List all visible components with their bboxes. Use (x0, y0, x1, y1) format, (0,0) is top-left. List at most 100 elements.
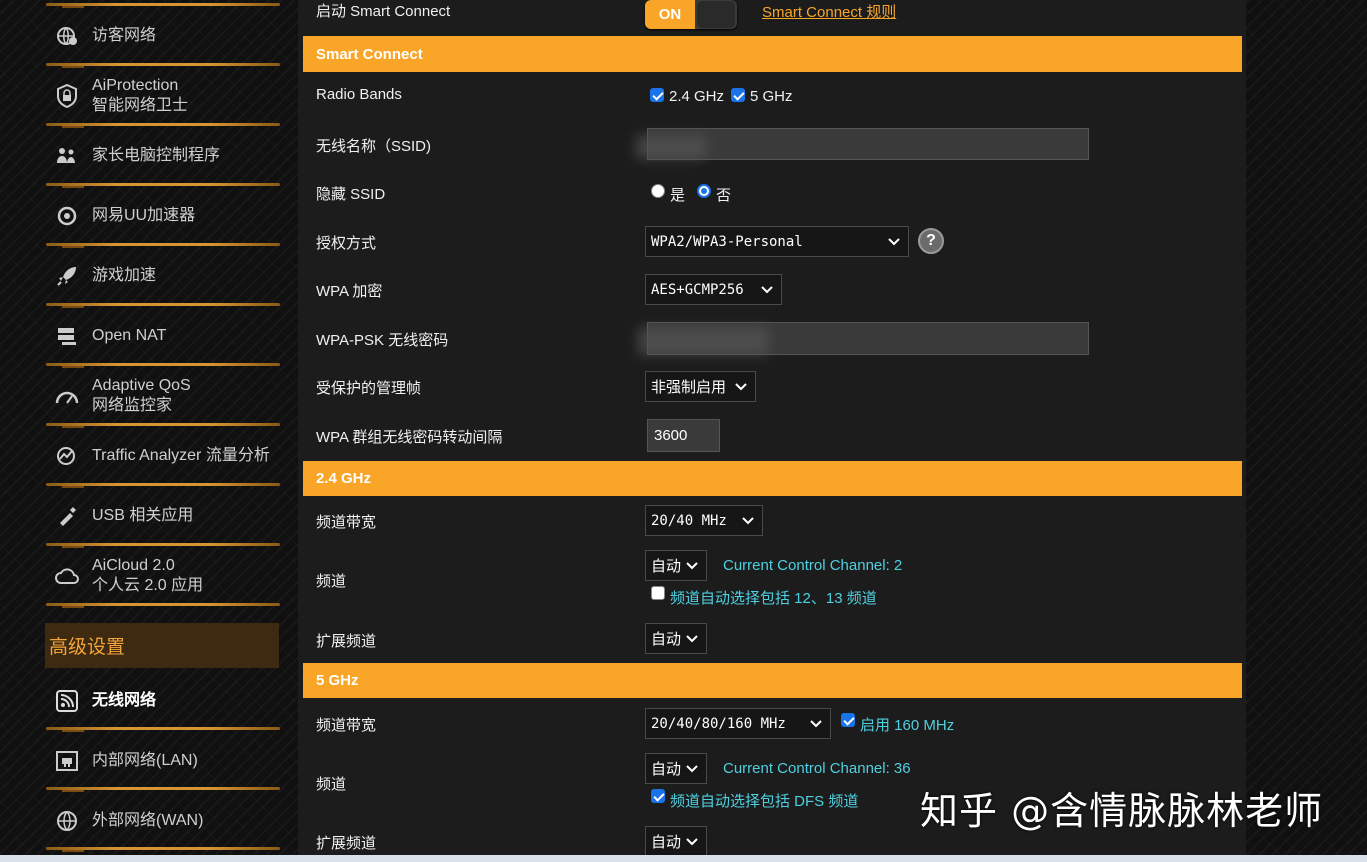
sidebar-item-label: AiProtection (92, 77, 179, 94)
menu-separator (46, 243, 280, 248)
ssid-input[interactable] (636, 128, 1089, 160)
sidebar-item-label: 内部网络(LAN) (92, 752, 198, 769)
lan-icon (54, 748, 80, 774)
wpa-encryption-value: AES+GCMP256 (651, 281, 744, 298)
menu-separator (46, 123, 280, 128)
sidebar-item-aicloud[interactable]: AiCloud 2.0 个人云 2.0 应用 (46, 554, 280, 598)
channel-5-select[interactable]: 自动 (645, 753, 707, 784)
toggle-on-label: ON (645, 0, 695, 29)
bandwidth-5-label: 频道带宽 (316, 717, 377, 734)
ext-channel-5-value: 自动 (651, 834, 682, 851)
ext-channel-5-select[interactable]: 自动 (645, 826, 707, 857)
current-channel-24: Current Control Channel: 2 (723, 557, 903, 574)
hide-ssid-label: 隐藏 SSID (316, 186, 386, 203)
rocket-icon (54, 263, 80, 289)
hide-ssid-no-label: 否 (716, 187, 732, 204)
channel-24-select[interactable]: 自动 (645, 550, 707, 581)
sidebar-item-label: Open NAT (92, 327, 167, 344)
hide-ssid-no-radio[interactable] (697, 184, 711, 198)
smart-connect-toggle[interactable]: ON (645, 0, 737, 29)
uu-icon (54, 203, 80, 229)
smart-connect-rule-link[interactable]: Smart Connect 规则 (762, 1, 896, 22)
pmf-select[interactable]: 非强制启用 (645, 371, 756, 402)
chevron-down-icon (810, 720, 822, 728)
enable-160mhz-label: 启用 160 MHz (860, 717, 955, 734)
ext-channel-24-select[interactable]: 自动 (645, 623, 707, 654)
channel-24-label: 频道 (316, 573, 347, 590)
usb-icon (54, 503, 80, 529)
auth-method-label: 授权方式 (316, 235, 377, 252)
section-header-5ghz: 5 GHz (303, 663, 1242, 698)
channel-24-include-1213-label: 频道自动选择包括 12、13 频道 (670, 590, 877, 607)
family-icon (54, 143, 80, 169)
menu-separator (46, 183, 280, 188)
auth-method-value: WPA2/WPA3-Personal (651, 233, 803, 250)
sidebar-item-label: 游戏加速 (92, 267, 157, 284)
bandwidth-24-select[interactable]: 20/40 MHz (645, 505, 763, 536)
sidebar-item-wireless[interactable]: 无线网络 (46, 685, 280, 717)
channel-24-include-1213-checkbox[interactable] (651, 586, 665, 600)
sidebar-item-uu[interactable]: 网易UU加速器 (46, 200, 280, 232)
sidebar-item-qos[interactable]: Adaptive QoS 网络监控家 (46, 374, 280, 418)
sidebar-item-label: AiCloud 2.0 (92, 557, 175, 574)
bottom-scroll-strip (0, 855, 1367, 862)
wpa-psk-input[interactable] (638, 322, 1089, 355)
toggle-knob (697, 1, 735, 28)
traffic-analyzer-icon (54, 443, 80, 469)
sidebar-item-lan[interactable]: 内部网络(LAN) (46, 745, 280, 777)
bandwidth-5-select[interactable]: 20/40/80/160 MHz (645, 708, 831, 739)
section-header-24ghz: 2.4 GHz (303, 461, 1242, 496)
wpa-encryption-select[interactable]: AES+GCMP256 (645, 274, 782, 305)
nat-icon (54, 323, 80, 349)
sidebar-item-traffic[interactable]: Traffic Analyzer 流量分析 (46, 440, 280, 472)
menu-separator (46, 483, 280, 488)
shield-lock-icon (54, 83, 80, 109)
band-5ghz-checkbox[interactable] (731, 88, 745, 102)
wifi-icon (54, 688, 80, 714)
sidebar-item-game-boost[interactable]: 游戏加速 (46, 260, 280, 292)
sidebar-item-guest-network[interactable]: 访客网络 (46, 20, 280, 52)
rekey-interval-label: WPA 群组无线密码转动间隔 (316, 429, 503, 446)
bandwidth-5-value: 20/40/80/160 MHz (651, 715, 786, 732)
chevron-down-icon (761, 286, 773, 294)
channel-5-label: 频道 (316, 776, 347, 793)
hide-ssid-yes-radio[interactable] (651, 184, 665, 198)
band-24ghz-checkbox[interactable] (650, 88, 664, 102)
help-icon[interactable]: ? (918, 228, 944, 254)
sidebar-item-wan[interactable]: 外部网络(WAN) (46, 805, 280, 837)
pmf-value: 非强制启用 (651, 379, 727, 396)
channel-5-include-dfs-checkbox[interactable] (651, 789, 665, 803)
smart-connect-enable-label: 启动 Smart Connect (316, 3, 451, 20)
channel-5-include-dfs-label: 频道自动选择包括 DFS 频道 (670, 793, 859, 810)
ext-channel-5-label: 扩展频道 (316, 835, 377, 852)
chevron-down-icon (742, 517, 754, 525)
sidebar-item-parental[interactable]: 家长电脑控制程序 (46, 140, 280, 172)
sidebar-item-sublabel: 网络监控家 (92, 397, 173, 414)
sidebar-item-label: 访客网络 (92, 27, 157, 44)
sidebar-item-usb[interactable]: USB 相关应用 (46, 500, 280, 532)
sidebar-item-label: Adaptive QoS (92, 377, 191, 394)
menu-separator (46, 847, 280, 852)
advanced-settings-header: 高级设置 (45, 623, 279, 668)
menu-separator (46, 423, 280, 428)
auth-method-select[interactable]: WPA2/WPA3-Personal (645, 226, 909, 257)
wan-globe-icon (54, 808, 80, 834)
globe-guest-icon (54, 23, 80, 49)
sidebar-item-sublabel: 智能网络卫士 (92, 97, 189, 114)
chevron-down-icon (686, 562, 698, 570)
cloud-icon (54, 563, 80, 589)
zhihu-watermark: 知乎 @含情脉脉林老师 (920, 789, 1324, 833)
menu-separator (46, 603, 280, 608)
enable-160mhz-checkbox[interactable] (841, 713, 855, 727)
pmf-label: 受保护的管理帧 (316, 380, 422, 397)
menu-separator (46, 303, 280, 308)
chevron-down-icon (686, 765, 698, 773)
wpa-psk-label: WPA-PSK 无线密码 (316, 332, 449, 349)
sidebar-item-open-nat[interactable]: Open NAT (46, 320, 280, 352)
menu-separator (46, 3, 280, 8)
rekey-interval-input[interactable]: 3600 (647, 419, 720, 452)
sidebar-item-aiprotection[interactable]: AiProtection 智能网络卫士 (46, 74, 280, 118)
sidebar-item-label: Traffic Analyzer 流量分析 (92, 447, 270, 464)
ext-channel-24-value: 自动 (651, 631, 682, 648)
chevron-down-icon (686, 838, 698, 846)
